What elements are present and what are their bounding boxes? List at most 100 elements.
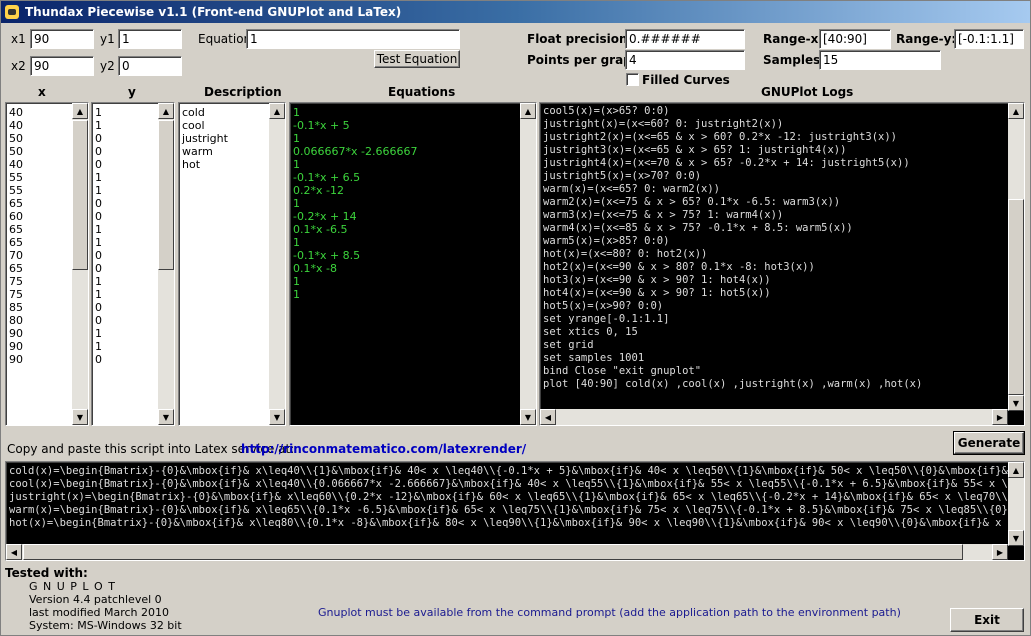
latex-line[interactable]: justright(x)=\begin{Bmatrix}-{0}&\mbox{i… [6, 491, 1024, 504]
gnuplot-logs-memo[interactable]: cool5(x)=(x>65? 0:0) justright(x)=(x<=60?… [539, 102, 1025, 426]
log-line[interactable]: justright2(x)=(x<=65 & x > 60? 0.2*x -12… [540, 131, 1024, 144]
log-line[interactable]: cool5(x)=(x>65? 0:0) [540, 105, 1024, 118]
gnuplot-version: Version 4.4 patchlevel 0 [29, 593, 162, 606]
description-list-scrollbar[interactable]: ▲ ▼ [269, 103, 285, 425]
test-equation-button[interactable]: Test Equation [374, 50, 460, 68]
equation-list-item[interactable]: 0.066667*x -2.666667 [290, 145, 536, 158]
gnuplot-name: G N U P L O T [29, 580, 116, 593]
scroll-up-icon[interactable]: ▲ [269, 103, 285, 119]
latex-line[interactable]: cool(x)=\begin{Bmatrix}-{0}&\mbox{if}& x… [6, 478, 1024, 491]
equation-list-item[interactable]: -0.1*x + 8.5 [290, 249, 536, 262]
filled-curves-checkbox[interactable] [626, 73, 639, 86]
equation-list-item[interactable]: 1 [290, 288, 536, 301]
scroll-thumb[interactable] [1008, 199, 1024, 395]
samples-input[interactable]: 15 [819, 50, 941, 70]
log-line[interactable]: justright(x)=(x<=60? 0: justright2(x)) [540, 118, 1024, 131]
equation-list-item[interactable]: -0.1*x + 6.5 [290, 171, 536, 184]
log-line[interactable]: set samples 1001 [540, 352, 1024, 365]
log-line[interactable]: set grid [540, 339, 1024, 352]
y-values-list[interactable]: 11000110011001100110 ▲ ▼ [91, 102, 175, 426]
gnuplot-path-note: Gnuplot must be available from the comma… [318, 606, 901, 619]
x-values-list[interactable]: 40 40 50 50 40 55 55 65 60 65 65 70 65 75 75 85 80 90 90 90… [5, 102, 89, 426]
log-line[interactable]: hot3(x)=(x<=90 & x > 90? 1: hot4(x)) [540, 274, 1024, 287]
description-list[interactable]: cold cool justright warm hot ▲ ▼ [178, 102, 286, 426]
log-line[interactable]: plot [40:90] cold(x) ,cool(x) ,justright… [540, 378, 1024, 391]
equation-list-item[interactable]: 1 [290, 275, 536, 288]
x-column-header: x [38, 85, 46, 99]
latex-vscrollbar[interactable]: ▲ ▼ [1008, 462, 1024, 546]
exit-button[interactable]: Exit [950, 608, 1024, 632]
equation-list-item[interactable]: 1 [290, 236, 536, 249]
log-line[interactable]: warm(x)=(x<=65? 0: warm2(x)) [540, 183, 1024, 196]
scroll-right-icon[interactable]: ▶ [992, 544, 1008, 560]
log-line[interactable]: set xtics 0, 15 [540, 326, 1024, 339]
scroll-down-icon[interactable]: ▼ [269, 409, 285, 425]
equations-list[interactable]: 1 -0.1*x + 5 1 0.066667*x -2.666667 1 -0.1*x … [289, 102, 537, 426]
latex-line[interactable]: hot(x)=\begin{Bmatrix}-{0}&\mbox{if}& x\… [6, 517, 1024, 530]
x-list-scrollbar[interactable]: ▲ ▼ [72, 103, 88, 425]
generate-button[interactable]: Generate [953, 431, 1025, 455]
log-line[interactable]: warm5(x)=(x>85? 0:0) [540, 235, 1024, 248]
float-precision-input[interactable]: 0.###### [625, 29, 745, 49]
range-y-input[interactable]: [-0.1:1.1] [954, 29, 1024, 49]
range-x-input[interactable]: [40:90] [819, 29, 891, 49]
scroll-up-icon[interactable]: ▲ [72, 103, 88, 119]
range-x-label: Range-x: [763, 32, 824, 46]
equation-list-item[interactable]: -0.2*x + 14 [290, 210, 536, 223]
scroll-right-icon[interactable]: ▶ [992, 409, 1008, 425]
equation-list-item[interactable]: -0.1*x + 5 [290, 119, 536, 132]
scroll-down-icon[interactable]: ▼ [1008, 530, 1024, 546]
latex-line[interactable]: warm(x)=\begin{Bmatrix}-{0}&\mbox{if}& x… [6, 504, 1024, 517]
log-line[interactable]: hot4(x)=(x<=90 & x > 90? 1: hot5(x)) [540, 287, 1024, 300]
scroll-down-icon[interactable]: ▼ [520, 409, 536, 425]
scroll-down-icon[interactable]: ▼ [158, 409, 174, 425]
log-line[interactable]: set yrange[-0.1:1.1] [540, 313, 1024, 326]
equation-list-item[interactable]: 1 [290, 158, 536, 171]
x1-input[interactable]: 90 [30, 29, 94, 49]
gnuplot-logs-hscrollbar[interactable]: ◀ ▶ [540, 409, 1008, 425]
scroll-thumb[interactable] [23, 544, 963, 560]
log-line[interactable]: bind Close "exit gnuplot" [540, 365, 1024, 378]
equation-list-item[interactable]: 1 [290, 106, 536, 119]
log-line[interactable]: warm3(x)=(x<=75 & x > 75? 1: warm4(x)) [540, 209, 1024, 222]
scroll-thumb[interactable] [158, 120, 174, 270]
scroll-down-icon[interactable]: ▼ [1008, 395, 1024, 411]
equation-list-item[interactable]: 0.1*x -8 [290, 262, 536, 275]
equation-label: Equation [198, 32, 252, 46]
y2-input[interactable]: 0 [118, 56, 182, 76]
scroll-left-icon[interactable]: ◀ [6, 544, 22, 560]
log-line[interactable]: justright5(x)=(x>70? 0:0) [540, 170, 1024, 183]
latex-hscrollbar[interactable]: ◀ ▶ [6, 544, 1008, 560]
x2-input[interactable]: 90 [30, 56, 94, 76]
tested-with-label: Tested with: [5, 566, 88, 580]
y-list-scrollbar[interactable]: ▲ ▼ [158, 103, 174, 425]
log-line[interactable]: warm2(x)=(x<=75 & x > 65? 0.1*x -6.5: wa… [540, 196, 1024, 209]
points-per-graph-input[interactable]: 4 [625, 50, 745, 70]
latex-output-memo[interactable]: cold(x)=\begin{Bmatrix}-{0}&\mbox{if}& x… [5, 461, 1025, 561]
log-line[interactable]: justright4(x)=(x<=70 & x > 65? -0.2*x + … [540, 157, 1024, 170]
log-line[interactable]: hot5(x)=(x>90? 0:0) [540, 300, 1024, 313]
scroll-up-icon[interactable]: ▲ [158, 103, 174, 119]
latex-line[interactable]: cold(x)=\begin{Bmatrix}-{0}&\mbox{if}& x… [6, 465, 1024, 478]
equation-list-item[interactable]: 0.2*x -12 [290, 184, 536, 197]
log-line[interactable]: warm4(x)=(x<=85 & x > 75? -0.1*x + 8.5: … [540, 222, 1024, 235]
log-line[interactable]: hot(x)=(x<=80? 0: hot2(x)) [540, 248, 1024, 261]
filled-curves-label: Filled Curves [642, 73, 730, 87]
equations-list-scrollbar[interactable]: ▲ ▼ [520, 103, 536, 425]
equation-list-item[interactable]: 1 [290, 132, 536, 145]
scroll-up-icon[interactable]: ▲ [1008, 103, 1024, 119]
title-bar[interactable]: Thundax Piecewise v1.1 (Front-end GNUPlo… [1, 1, 1030, 23]
equation-list-item[interactable]: 1 [290, 197, 536, 210]
scroll-down-icon[interactable]: ▼ [72, 409, 88, 425]
scroll-up-icon[interactable]: ▲ [1008, 462, 1024, 478]
equation-list-item[interactable]: 0.1*x -6.5 [290, 223, 536, 236]
log-line[interactable]: justright3(x)=(x<=65 & x > 65? 1: justri… [540, 144, 1024, 157]
latex-render-link[interactable]: http://rinconmatematico.com/latexrender/ [241, 442, 526, 456]
y1-input[interactable]: 1 [118, 29, 182, 49]
scroll-thumb[interactable] [72, 120, 88, 270]
scroll-up-icon[interactable]: ▲ [520, 103, 536, 119]
scroll-left-icon[interactable]: ◀ [540, 409, 556, 425]
equation-input[interactable]: 1 [246, 29, 460, 49]
log-line[interactable]: hot2(x)=(x<=90 & x > 80? 0.1*x -8: hot3(… [540, 261, 1024, 274]
gnuplot-logs-vscrollbar[interactable]: ▲ ▼ [1008, 103, 1024, 411]
